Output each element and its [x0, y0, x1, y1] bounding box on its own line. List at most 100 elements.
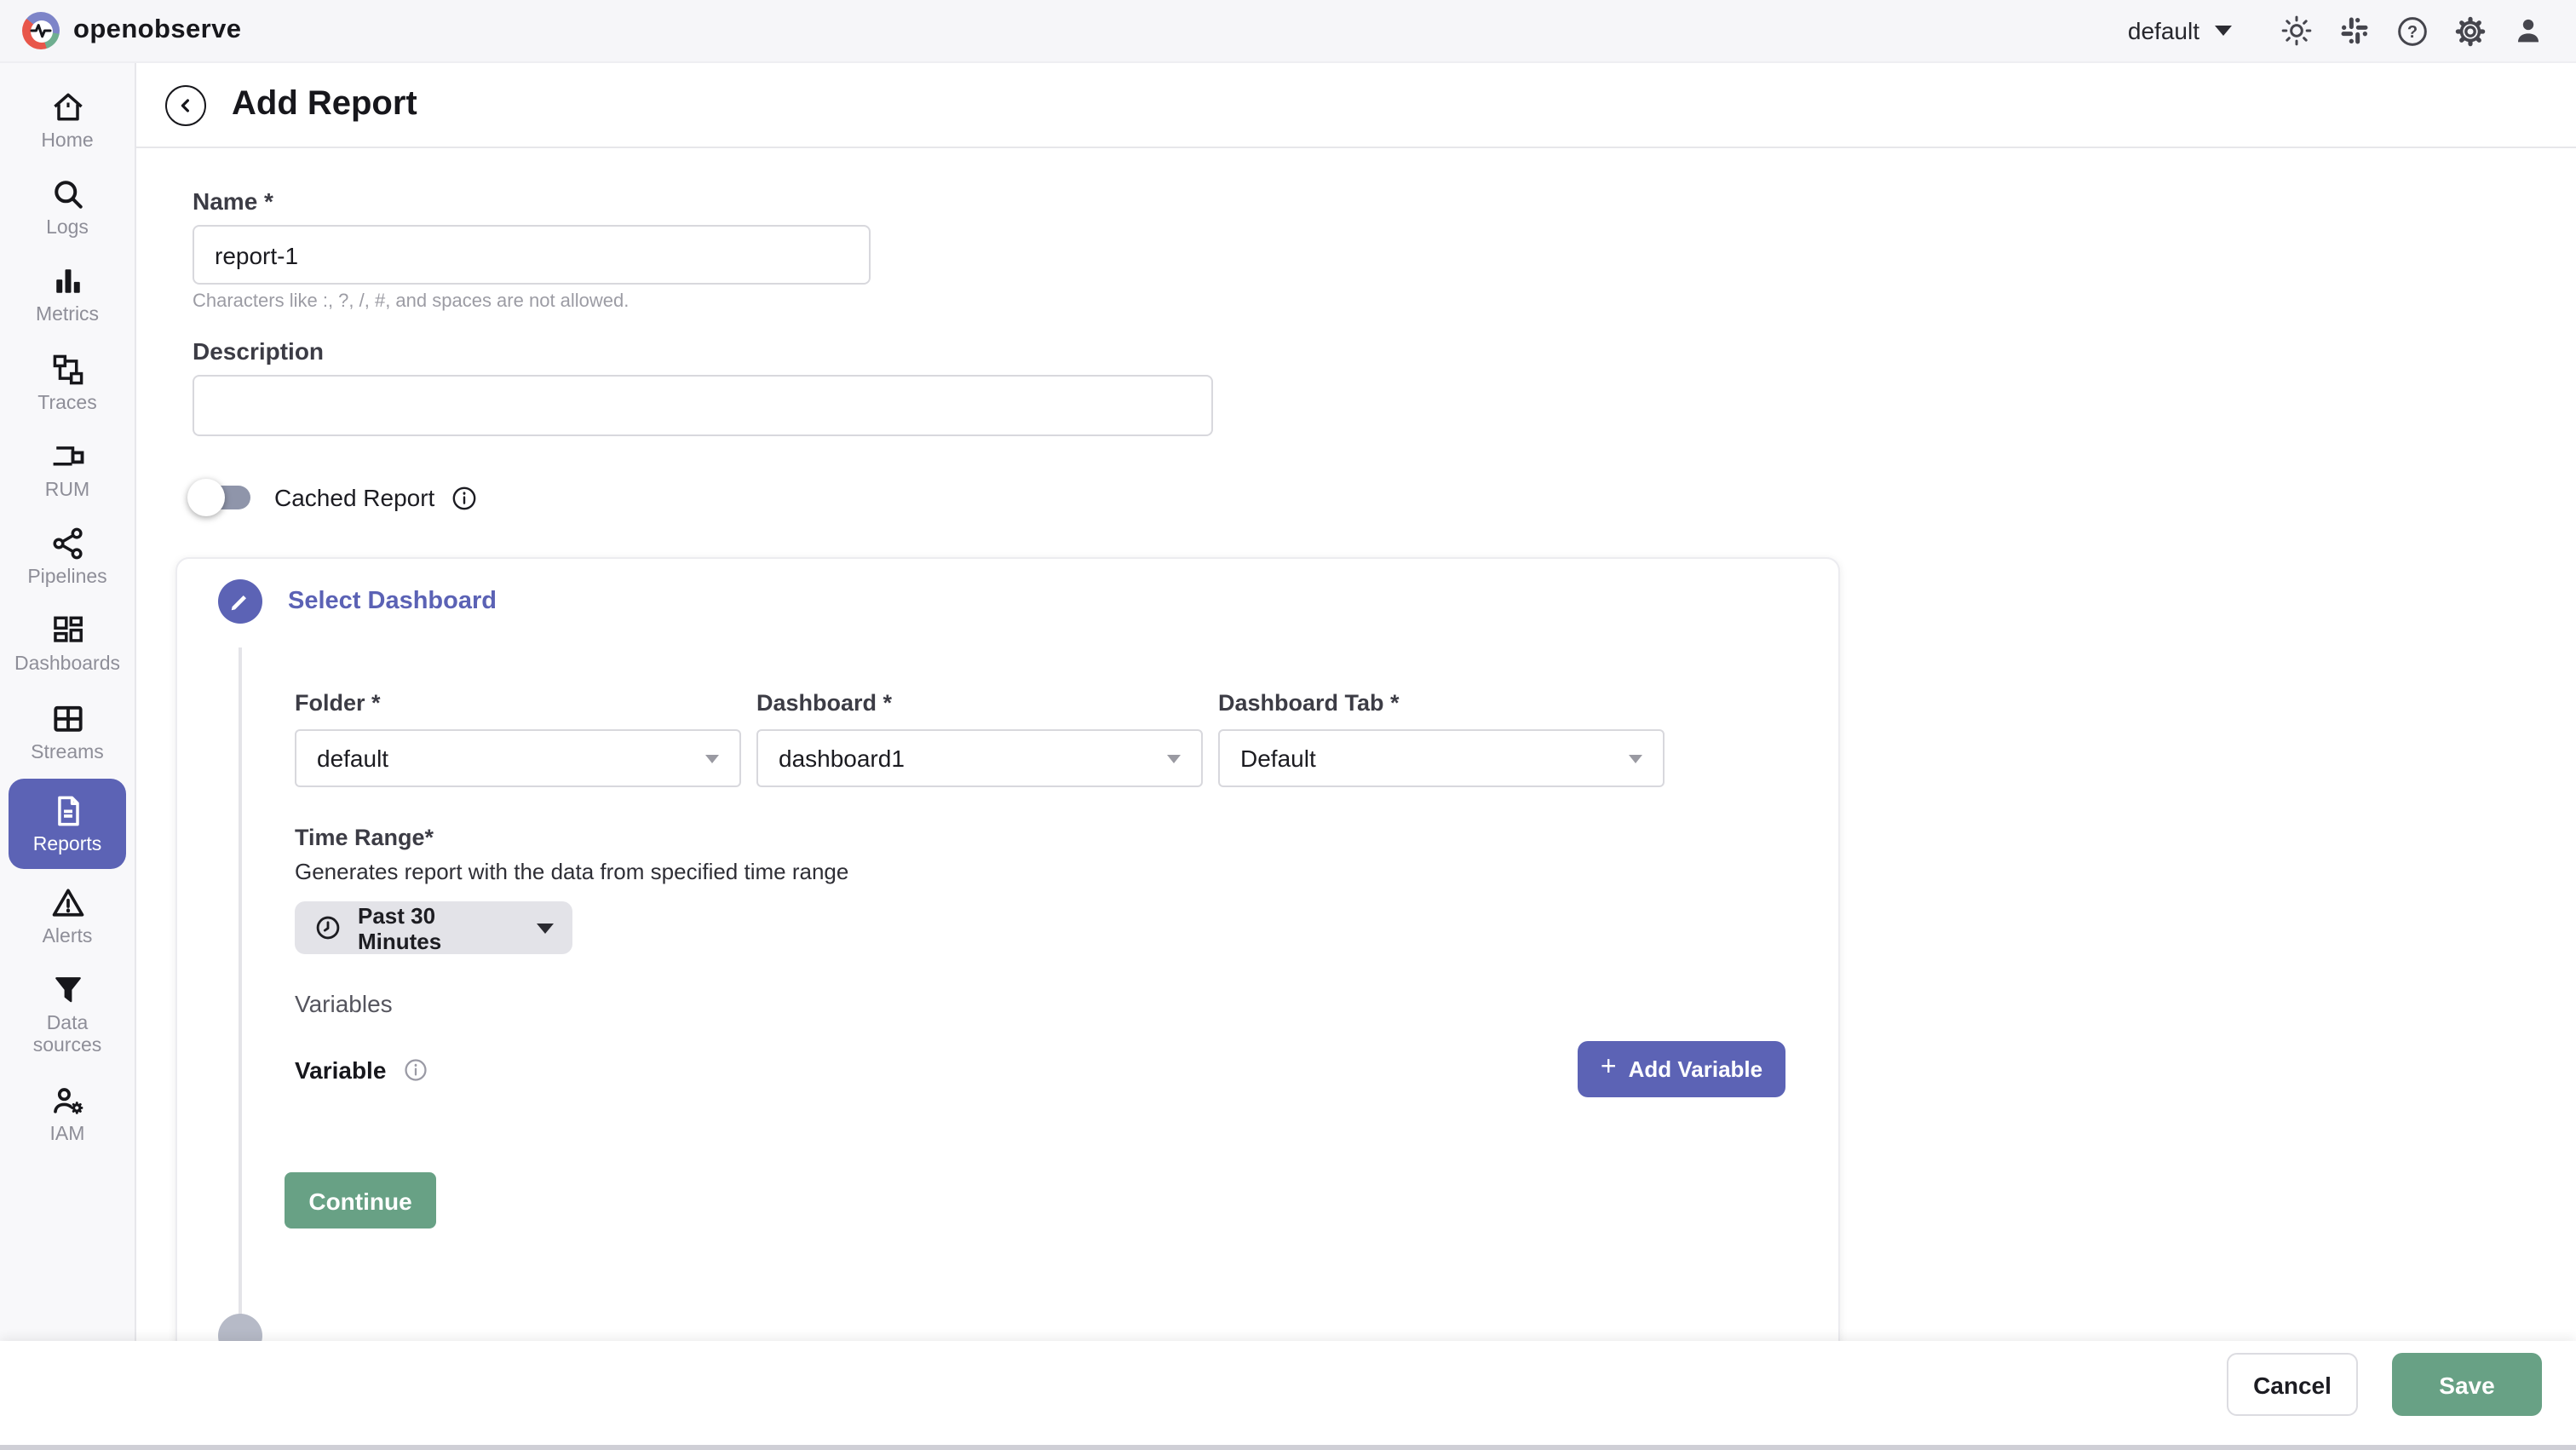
sidebar-item-label: Logs: [46, 218, 89, 240]
step1-header: Select Dashboard: [218, 579, 1838, 624]
sidebar-item-label: Reports: [33, 835, 102, 857]
back-button[interactable]: [165, 84, 206, 125]
cached-report-toggle[interactable]: [193, 482, 250, 513]
home-icon: [49, 89, 86, 126]
info-circle-icon[interactable]: [450, 483, 479, 512]
save-button[interactable]: Save: [2392, 1353, 2542, 1416]
sidebar-item-logs[interactable]: Logs: [0, 164, 135, 250]
dashboard-tiles-icon: [49, 613, 86, 650]
step1-body: Folder * Dashboard * Dashboard Tab * def…: [295, 690, 1838, 1228]
variable-label: Variable: [295, 1056, 386, 1083]
sidebar-item-rum[interactable]: RUM: [0, 426, 135, 513]
description-input[interactable]: [193, 375, 1213, 436]
chevron-down-icon: [1167, 754, 1181, 762]
sidebar-item-metrics[interactable]: Metrics: [0, 251, 135, 338]
topbar-actions: default ?: [2128, 14, 2576, 48]
time-range-description: Generates report with the data from spec…: [295, 859, 1838, 884]
cached-report-row: Cached Report: [193, 482, 2576, 513]
theme-light-icon[interactable]: [2280, 14, 2314, 48]
page-title: Add Report: [232, 85, 417, 124]
sidebar-item-streams[interactable]: Streams: [0, 688, 135, 774]
continue-button[interactable]: Continue: [285, 1172, 436, 1228]
select-inputs-row: default dashboard1 Default: [295, 729, 1838, 787]
org-selector-value: default: [2128, 17, 2199, 44]
sidebar-item-label: Dashboards: [14, 655, 120, 677]
add-variable-button-label: Add Variable: [1629, 1056, 1763, 1082]
sidebar-item-traces[interactable]: Traces: [0, 338, 135, 425]
devices-icon: [49, 438, 86, 475]
sidebar-item-label: Home: [41, 131, 93, 153]
sidebar-item-pipelines[interactable]: Pipelines: [0, 513, 135, 600]
svg-text:?: ?: [2407, 22, 2418, 41]
openobserve-logo-icon: [22, 12, 60, 49]
variable-row: Variable + Add Variable: [295, 1041, 1785, 1097]
sidebar-item-label: Traces: [37, 393, 96, 415]
sidebar-item-data-sources[interactable]: Data sources: [0, 959, 135, 1069]
search-icon: [49, 175, 86, 213]
sidebar-item-label: Metrics: [36, 306, 99, 328]
app-window: openobserve default: [0, 0, 2576, 1450]
sidebar-item-reports[interactable]: Reports: [9, 779, 126, 869]
sidebar-nav: Home Logs Metrics Traces RUM: [0, 63, 136, 1341]
dashboard-label: Dashboard *: [756, 690, 1203, 716]
select-labels-row: Folder * Dashboard * Dashboard Tab *: [295, 690, 1838, 716]
pencil-icon: [218, 579, 262, 624]
help-icon[interactable]: ?: [2395, 14, 2429, 48]
user-icon[interactable]: [2511, 14, 2545, 48]
document-icon: [49, 792, 86, 830]
report-form: Name * Characters like :, ?, /, #, and s…: [136, 148, 2576, 1418]
step1-title[interactable]: Select Dashboard: [288, 588, 497, 615]
sidebar-item-label: Pipelines: [27, 567, 106, 590]
main-content: Add Report Name * Characters like :, ?, …: [136, 63, 2576, 1450]
variable-label-group: Variable: [295, 1056, 428, 1083]
description-label: Description: [193, 337, 2576, 365]
dashboard-tab-label: Dashboard Tab *: [1218, 690, 1665, 716]
dashboard-tab-select[interactable]: Default: [1218, 729, 1665, 787]
cancel-button[interactable]: Cancel: [2227, 1353, 2358, 1416]
name-label: Name *: [193, 187, 2576, 215]
funnel-icon: [49, 971, 86, 1009]
share-nodes-icon: [49, 525, 86, 562]
variables-section-label: Variables: [295, 990, 1838, 1017]
chevron-down-icon: [705, 754, 719, 762]
slack-icon[interactable]: [2337, 14, 2372, 48]
user-gear-icon: [49, 1081, 86, 1119]
folder-select[interactable]: default: [295, 729, 741, 787]
time-range-dropdown[interactable]: Past 30 Minutes: [295, 901, 572, 954]
time-range-label: Time Range*: [295, 825, 1838, 850]
sidebar-item-label: Streams: [31, 742, 104, 764]
sidebar-item-label: Data sources: [13, 1014, 122, 1059]
dashboard-select-value: dashboard1: [779, 745, 905, 772]
sidebar-item-dashboards[interactable]: Dashboards: [0, 601, 135, 688]
add-variable-button[interactable]: + Add Variable: [1578, 1041, 1785, 1097]
sidebar-item-home[interactable]: Home: [0, 77, 135, 164]
chevron-down-icon: [2215, 26, 2232, 36]
toggle-thumb: [187, 479, 225, 516]
warning-triangle-icon: [49, 884, 86, 922]
settings-gear-icon[interactable]: [2453, 14, 2487, 48]
info-circle-icon[interactable]: [401, 1056, 428, 1083]
sidebar-item-iam[interactable]: IAM: [0, 1069, 135, 1156]
name-input[interactable]: [193, 225, 871, 285]
page-header: Add Report: [136, 63, 2576, 148]
sidebar-item-label: Alerts: [43, 927, 93, 949]
sidebar-item-label: IAM: [50, 1124, 85, 1146]
cached-report-label: Cached Report: [274, 484, 434, 511]
name-helper-text: Characters like :, ?, /, #, and spaces a…: [193, 291, 2576, 312]
plus-icon: +: [1601, 1053, 1617, 1084]
flowchart-icon: [49, 350, 86, 388]
org-selector-dropdown[interactable]: default: [2128, 17, 2232, 44]
chevron-down-icon: [1629, 754, 1642, 762]
sidebar-item-alerts[interactable]: Alerts: [0, 872, 135, 959]
select-dashboard-card: Select Dashboard Folder * Dashboard * Da…: [175, 557, 1840, 1418]
folder-label: Folder *: [295, 690, 741, 716]
clock-icon: [313, 913, 342, 942]
sidebar-item-label: RUM: [45, 480, 89, 503]
dashboard-select[interactable]: dashboard1: [756, 729, 1203, 787]
dashboard-tab-select-value: Default: [1240, 745, 1316, 772]
folder-select-value: default: [317, 745, 388, 772]
time-range-value: Past 30 Minutes: [358, 902, 521, 953]
window-bottom-edge: [0, 1445, 2576, 1450]
grid-window-icon: [49, 699, 86, 737]
brand-logo: openobserve: [0, 12, 241, 49]
